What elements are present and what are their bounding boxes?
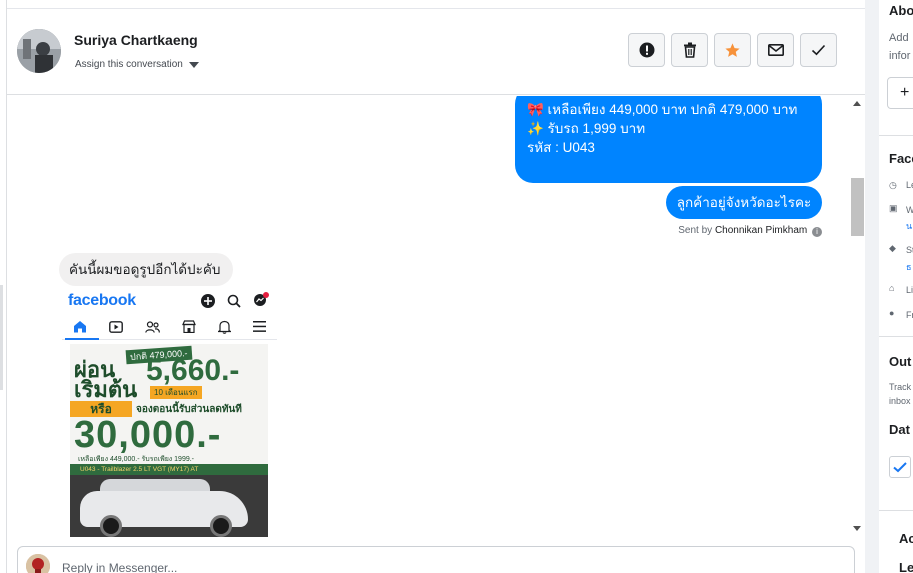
marketplace-icon: [182, 320, 196, 333]
sent-by-note: Sent by Chonnikan Pimkham i: [607, 225, 822, 237]
clock-icon: ◷: [889, 180, 897, 190]
outcomes-text: inbox: [889, 396, 911, 406]
contact-details-panel: Abo Add infor + Face ◷ Le ▣ W น ◆ St ธ ⌂…: [879, 0, 913, 573]
briefcase-icon: ▣: [889, 203, 898, 213]
assign-conversation-dropdown[interactable]: Assign this conversation: [75, 59, 199, 70]
conversation-header: Suriya Chartkaeng Assign this conversati…: [7, 8, 866, 95]
conversation-actions: [628, 33, 837, 67]
fb-screenshot-nav: [62, 314, 277, 340]
menu-icon: [253, 321, 266, 332]
info-link[interactable]: น: [906, 219, 912, 233]
fb-screenshot-topbar: facebook: [62, 290, 277, 312]
promo-tag: 10 เดือนแรก: [150, 386, 202, 399]
plus-circle-icon: [201, 294, 215, 308]
message-thread: 🎀 เหลือเพียง 449,000 บาท ปกติ 479,000 บา…: [7, 96, 849, 537]
scroll-down-arrow-icon[interactable]: [853, 526, 861, 531]
graduation-icon: ◆: [889, 243, 896, 253]
date-heading: Dat: [889, 422, 910, 437]
info-field: Le: [906, 180, 913, 190]
message-line: 🎀 เหลือเพียง 449,000 บาท ปกติ 479,000 บา…: [527, 102, 798, 117]
star-button[interactable]: [714, 33, 751, 67]
section-heading: Ac: [899, 531, 913, 546]
date-checkbox[interactable]: [889, 456, 911, 478]
info-link[interactable]: ธ: [906, 260, 912, 274]
info-field: Li: [906, 285, 913, 295]
info-icon[interactable]: i: [812, 227, 822, 237]
scroll-thumb[interactable]: [851, 178, 864, 236]
facebook-info-heading: Face: [889, 151, 913, 166]
trash-icon: [683, 42, 696, 58]
home-icon: [74, 321, 86, 333]
pin-icon: ●: [889, 308, 895, 318]
section-heading: Le: [899, 560, 913, 573]
thread-scrollbar[interactable]: [849, 96, 866, 537]
info-field: St: [906, 245, 913, 255]
conversation-panel: Suriya Chartkaeng Assign this conversati…: [6, 0, 866, 573]
sent-by-prefix: Sent by: [678, 225, 713, 236]
info-field: W: [906, 205, 913, 215]
agent-avatar: [26, 554, 50, 573]
outgoing-message: ลูกค้าอยู่จังหวัดอะไรคะ: [666, 186, 822, 219]
mark-done-button[interactable]: [800, 33, 837, 67]
about-text: Add: [889, 32, 909, 44]
promo-discount: 30,000.-: [74, 414, 222, 456]
active-tab-indicator: [65, 338, 99, 340]
home-location-icon: ⌂: [889, 283, 895, 293]
friends-icon: [145, 320, 160, 333]
messenger-icon: [254, 292, 269, 306]
image-attachment[interactable]: facebook ปกติ 479,000.- ผ่อน เริ่มต้น 5,…: [62, 290, 277, 537]
car-photo: [70, 475, 268, 537]
mark-unread-button[interactable]: [757, 33, 794, 67]
checkmark-icon: [893, 462, 907, 473]
promo-strip: U043 - Trailblazer 2.5 LT VGT (MY17) AT: [70, 464, 268, 475]
mark-spam-button[interactable]: [628, 33, 665, 67]
bell-icon: [218, 320, 231, 334]
contact-avatar[interactable]: [17, 29, 61, 73]
video-icon: [109, 320, 123, 333]
sent-by-name: Chonnikan Pimkham: [714, 225, 808, 236]
search-icon: [227, 294, 241, 308]
assign-conversation-label: Assign this conversation: [75, 59, 183, 70]
facebook-logo: facebook: [68, 292, 136, 309]
alert-icon: [639, 42, 654, 58]
outcomes-heading: Out: [889, 354, 912, 369]
contact-name[interactable]: Suriya Chartkaeng: [74, 32, 198, 48]
star-icon: [725, 42, 740, 57]
add-info-button[interactable]: +: [887, 77, 913, 109]
promo-monthly: 5,660.-: [146, 354, 240, 387]
envelope-icon: [767, 44, 784, 56]
delete-button[interactable]: [671, 33, 708, 67]
checkmark-icon: [811, 44, 826, 56]
promo-heading-line: เริ่มต้น: [74, 377, 138, 402]
promo-heading: ผ่อน เริ่มต้น: [74, 359, 138, 402]
panel-divider: [865, 0, 879, 573]
about-heading: Abo: [889, 3, 913, 18]
outgoing-message: 🎀 เหลือเพียง 449,000 บาท ปกติ 479,000 บา…: [515, 96, 822, 183]
message-line: ✨ รับรถ 1,999 บาท: [527, 121, 646, 136]
about-text: infor: [889, 50, 911, 62]
incoming-message: คันนี้ผมขอดูรูปอีกได้ปะคับ: [59, 253, 233, 286]
info-field: Fr: [906, 310, 913, 320]
caret-down-icon: [188, 61, 199, 68]
message-line: รหัส : U043: [527, 140, 595, 155]
promo-image: ปกติ 479,000.- ผ่อน เริ่มต้น 5,660.- 10 …: [70, 344, 268, 537]
reply-input[interactable]: [62, 558, 662, 573]
outcomes-text: Track: [889, 382, 912, 392]
left-panel-scroll-handle[interactable]: [0, 285, 3, 390]
scroll-up-arrow-icon[interactable]: [853, 101, 861, 106]
reply-composer: [17, 546, 855, 573]
